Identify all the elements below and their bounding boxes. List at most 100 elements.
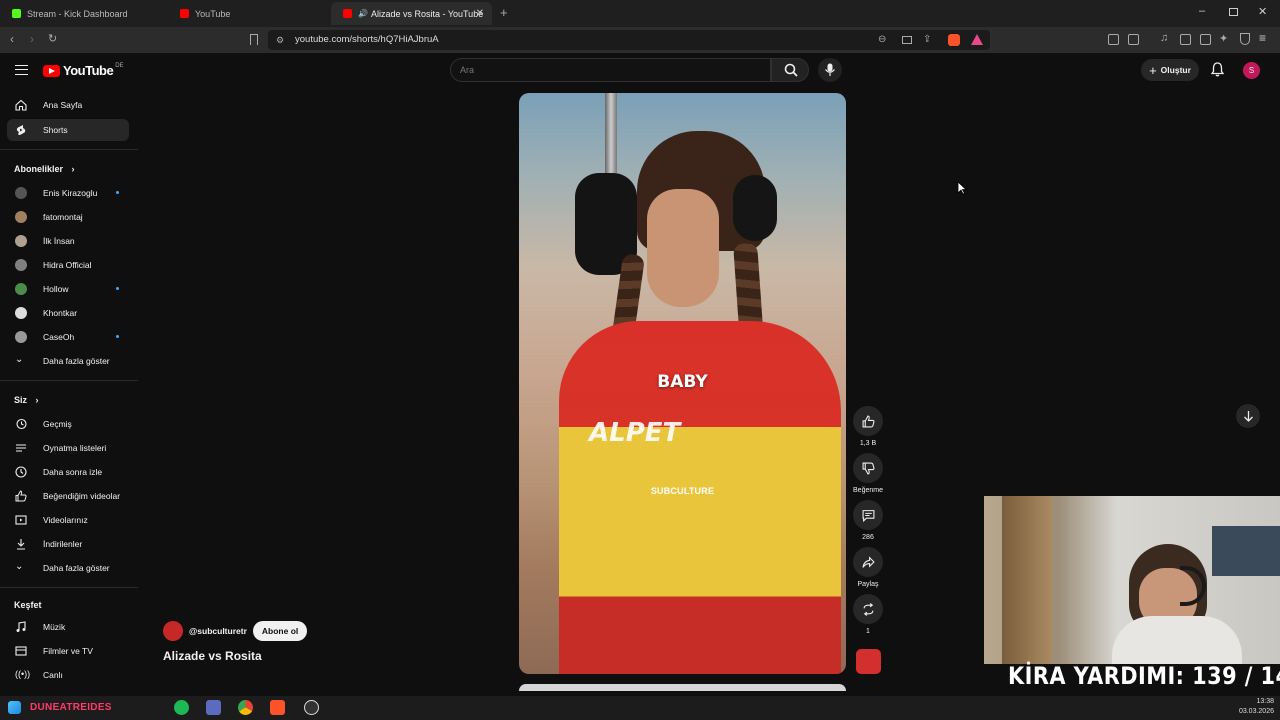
hamburger-menu-icon[interactable] xyxy=(15,65,28,75)
sidebar-divider xyxy=(0,587,138,588)
url-bar[interactable]: ⚙ youtube.com/shorts/hQ7HiAJbruA ⊖ ⇪ xyxy=(268,30,990,50)
like-button[interactable]: 1,3 B xyxy=(853,406,883,447)
new-tab-icon[interactable]: + xyxy=(500,5,508,20)
tab-youtube[interactable]: YouTube xyxy=(168,2,331,25)
lyric-overlay-text: BABY xyxy=(657,372,708,392)
sidebar-item-movies[interactable]: Filmler ve TV xyxy=(7,640,129,662)
close-tab-icon[interactable]: ✕ xyxy=(476,8,484,19)
channel-handle[interactable]: @subculturetr xyxy=(189,626,247,636)
youtube-logo[interactable]: YouTube DE xyxy=(43,63,124,78)
reload-icon[interactable]: ↻ xyxy=(48,32,57,45)
music-icon xyxy=(16,621,26,632)
remix-button[interactable]: 1 xyxy=(853,594,883,635)
dislike-circle[interactable] xyxy=(853,453,883,483)
short-video-player[interactable]: ALPET BABY SUBCULTURE xyxy=(519,93,846,674)
next-short-button[interactable] xyxy=(1236,404,1260,428)
sidebar-toggle-icon[interactable] xyxy=(1180,34,1191,45)
streamer-shirt-image xyxy=(1112,616,1242,664)
leo-ai-icon[interactable]: ✦ xyxy=(1219,32,1228,45)
show-more-you[interactable]: ⌄ Daha fazla göster xyxy=(7,557,129,579)
brave-rewards-icon[interactable] xyxy=(971,34,983,45)
sidebar-item-your-videos[interactable]: Videolarınız xyxy=(7,509,129,531)
tab-kick-dashboard[interactable]: Stream - Kick Dashboard xyxy=(0,2,168,25)
show-more-subscriptions[interactable]: ⌄ Daha fazla göster xyxy=(7,350,129,372)
create-button[interactable]: + Oluştur xyxy=(1141,59,1199,81)
sidebar-subscription[interactable]: Enis Kirazoglu xyxy=(7,182,129,204)
sidebar-item-music[interactable]: Müzik xyxy=(7,616,129,638)
chrome-icon[interactable] xyxy=(238,700,253,715)
sidebar-subscription[interactable]: Hollow xyxy=(7,278,129,300)
brave-shield-icon[interactable] xyxy=(948,34,960,46)
like-circle[interactable] xyxy=(853,406,883,436)
browser-tab-bar: Stream - Kick Dashboard YouTube 🔊 Alizad… xyxy=(0,0,1280,27)
sidebar-item-label: Canlı xyxy=(43,670,63,680)
playlists-icon xyxy=(16,444,26,452)
site-settings-icon[interactable]: ⚙ xyxy=(276,35,284,46)
remix-circle[interactable] xyxy=(853,594,883,624)
search-input[interactable] xyxy=(460,65,750,75)
back-icon[interactable]: ‹ xyxy=(10,32,14,46)
brave-icon[interactable] xyxy=(270,700,285,715)
cast-icon[interactable] xyxy=(902,36,912,44)
youtube-play-icon xyxy=(43,64,60,77)
sidebar-subscription[interactable]: Hidra Official xyxy=(7,254,129,276)
tab-search-icon[interactable] xyxy=(1200,34,1211,45)
browser-menu-icon[interactable]: ≡ xyxy=(1259,31,1266,45)
download-icon xyxy=(17,539,25,550)
sidebar-item-liked-videos[interactable]: Beğendiğim videolar xyxy=(7,485,129,507)
system-clock[interactable]: 13:38 03.03.2026 xyxy=(1239,697,1274,717)
next-short-preview[interactable] xyxy=(519,684,846,691)
spotify-icon[interactable] xyxy=(174,700,189,715)
channel-name: Hollow xyxy=(43,284,69,294)
search-icon xyxy=(784,63,798,77)
search-button[interactable] xyxy=(771,58,809,82)
share-icon[interactable]: ⇪ xyxy=(923,34,931,45)
sidebar-item-shorts[interactable]: Shorts xyxy=(7,119,129,141)
explore-heading: Keşfet xyxy=(14,600,42,610)
forward-icon[interactable]: › xyxy=(30,32,34,46)
create-label: Oluştur xyxy=(1160,65,1191,75)
media-icon[interactable]: ♫ xyxy=(1160,32,1168,44)
share-button[interactable]: Paylaş xyxy=(853,547,883,588)
zoom-icon[interactable]: ⊖ xyxy=(878,34,886,45)
notifications-bell-icon[interactable] xyxy=(1211,62,1224,77)
streamer-name-overlay: DUNEATREIDES xyxy=(30,702,112,713)
youtube-favicon-icon xyxy=(343,9,352,18)
subscribe-button[interactable]: Abone ol xyxy=(252,621,308,641)
extensions-icon[interactable] xyxy=(1108,34,1119,45)
live-icon: ((•)) xyxy=(15,669,31,679)
start-icon[interactable] xyxy=(8,701,21,714)
wallet-icon[interactable] xyxy=(1128,34,1139,45)
sidebar-item-history[interactable]: Geçmiş xyxy=(7,413,129,435)
sidebar-subscription[interactable]: CaseOh xyxy=(7,326,129,348)
restore-icon[interactable] xyxy=(1229,8,1238,16)
sidebar-subscription[interactable]: fatomontaj xyxy=(7,206,129,228)
voice-search-button[interactable] xyxy=(818,58,842,82)
comments-circle[interactable] xyxy=(853,500,883,530)
calculator-icon[interactable] xyxy=(206,700,221,715)
sidebar-item-watch-later[interactable]: Daha sonra izle xyxy=(7,461,129,483)
account-avatar[interactable]: S xyxy=(1243,62,1260,79)
vpn-icon[interactable] xyxy=(1240,33,1250,45)
sidebar-subscription[interactable]: Khontkar xyxy=(7,302,129,324)
subscriptions-heading[interactable]: Abonelikler › xyxy=(14,164,75,174)
poster-image xyxy=(1212,526,1280,576)
sidebar-item-playlists[interactable]: Oynatma listeleri xyxy=(7,437,129,459)
minimize-icon[interactable]: – xyxy=(1199,5,1205,17)
dislike-button[interactable]: Beğenme xyxy=(853,453,883,494)
sidebar-item-downloads[interactable]: İndirilenler xyxy=(7,533,129,555)
sound-source-thumbnail[interactable] xyxy=(856,649,881,674)
close-window-icon[interactable]: ✕ xyxy=(1258,5,1267,18)
bookmark-icon[interactable] xyxy=(250,34,258,45)
obs-icon[interactable] xyxy=(304,700,319,715)
search-box[interactable] xyxy=(450,58,771,82)
sidebar-item-live[interactable]: ((•)) Canlı xyxy=(7,664,129,686)
sidebar-item-home[interactable]: Ana Sayfa xyxy=(7,94,129,116)
sidebar-subscription[interactable]: İlk İnsan xyxy=(7,230,129,252)
share-circle[interactable] xyxy=(853,547,883,577)
channel-avatar[interactable] xyxy=(163,621,183,641)
comments-button[interactable]: 286 xyxy=(853,500,883,541)
tab-alizade-vs-rosita[interactable]: 🔊 Alizade vs Rosita - YouTube ✕ xyxy=(331,2,492,25)
you-title: Siz xyxy=(14,395,28,405)
you-heading[interactable]: Siz › xyxy=(14,395,39,405)
